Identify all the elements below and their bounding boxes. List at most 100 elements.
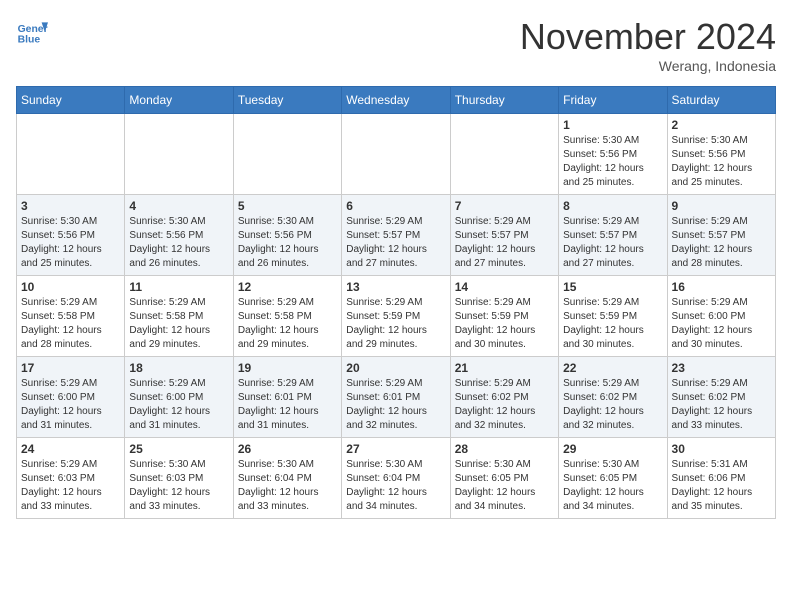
- calendar-cell: 2 Sunrise: 5:30 AM Sunset: 5:56 PM Daylig…: [667, 114, 775, 195]
- day-info: Sunrise: 5:29 AM Sunset: 5:57 PM Dayligh…: [672, 215, 771, 271]
- day-number: 17: [21, 361, 120, 375]
- day-info: Sunrise: 5:29 AM Sunset: 5:57 PM Dayligh…: [346, 215, 445, 271]
- day-info: Sunrise: 5:29 AM Sunset: 5:59 PM Dayligh…: [563, 296, 662, 352]
- weekday-header-monday: Monday: [125, 87, 233, 114]
- day-info: Sunrise: 5:29 AM Sunset: 5:59 PM Dayligh…: [455, 296, 554, 352]
- calendar-cell: 16 Sunrise: 5:29 AM Sunset: 6:00 PM Dayli…: [667, 276, 775, 357]
- day-number: 9: [672, 199, 771, 213]
- day-number: 1: [563, 118, 662, 132]
- calendar-cell: [125, 114, 233, 195]
- day-info: Sunrise: 5:29 AM Sunset: 5:58 PM Dayligh…: [129, 296, 228, 352]
- day-info: Sunrise: 5:29 AM Sunset: 6:00 PM Dayligh…: [672, 296, 771, 352]
- day-info: Sunrise: 5:29 AM Sunset: 6:02 PM Dayligh…: [672, 377, 771, 433]
- calendar-cell: 25 Sunrise: 5:30 AM Sunset: 6:03 PM Dayli…: [125, 438, 233, 519]
- calendar-cell: 12 Sunrise: 5:29 AM Sunset: 5:58 PM Dayli…: [233, 276, 341, 357]
- day-info: Sunrise: 5:30 AM Sunset: 5:56 PM Dayligh…: [21, 215, 120, 271]
- calendar-cell: 5 Sunrise: 5:30 AM Sunset: 5:56 PM Daylig…: [233, 195, 341, 276]
- day-number: 2: [672, 118, 771, 132]
- calendar-cell: 22 Sunrise: 5:29 AM Sunset: 6:02 PM Dayli…: [559, 357, 667, 438]
- day-number: 12: [238, 280, 337, 294]
- day-number: 29: [563, 442, 662, 456]
- day-info: Sunrise: 5:29 AM Sunset: 5:59 PM Dayligh…: [346, 296, 445, 352]
- day-info: Sunrise: 5:31 AM Sunset: 6:06 PM Dayligh…: [672, 458, 771, 514]
- calendar-cell: 17 Sunrise: 5:29 AM Sunset: 6:00 PM Dayli…: [17, 357, 125, 438]
- calendar-cell: 30 Sunrise: 5:31 AM Sunset: 6:06 PM Dayli…: [667, 438, 775, 519]
- day-info: Sunrise: 5:29 AM Sunset: 6:00 PM Dayligh…: [21, 377, 120, 433]
- week-row-4: 17 Sunrise: 5:29 AM Sunset: 6:00 PM Dayli…: [17, 357, 776, 438]
- calendar-table: SundayMondayTuesdayWednesdayThursdayFrid…: [16, 86, 776, 519]
- calendar-cell: 3 Sunrise: 5:30 AM Sunset: 5:56 PM Daylig…: [17, 195, 125, 276]
- weekday-header-tuesday: Tuesday: [233, 87, 341, 114]
- day-info: Sunrise: 5:29 AM Sunset: 6:00 PM Dayligh…: [129, 377, 228, 433]
- calendar-cell: 1 Sunrise: 5:30 AM Sunset: 5:56 PM Daylig…: [559, 114, 667, 195]
- calendar-cell: 14 Sunrise: 5:29 AM Sunset: 5:59 PM Dayli…: [450, 276, 558, 357]
- calendar-cell: 8Sunrise: 5:29 AM Sunset: 5:57 PM Daylig…: [559, 195, 667, 276]
- week-row-3: 10 Sunrise: 5:29 AM Sunset: 5:58 PM Dayli…: [17, 276, 776, 357]
- calendar-cell: 24 Sunrise: 5:29 AM Sunset: 6:03 PM Dayli…: [17, 438, 125, 519]
- day-number: 19: [238, 361, 337, 375]
- location: Werang, Indonesia: [520, 58, 776, 74]
- day-info: Sunrise: 5:30 AM Sunset: 6:05 PM Dayligh…: [563, 458, 662, 514]
- day-number: 15: [563, 280, 662, 294]
- weekday-header-saturday: Saturday: [667, 87, 775, 114]
- day-number: 10: [21, 280, 120, 294]
- day-number: 27: [346, 442, 445, 456]
- day-number: 8: [563, 199, 662, 213]
- weekday-header-friday: Friday: [559, 87, 667, 114]
- week-row-5: 24 Sunrise: 5:29 AM Sunset: 6:03 PM Dayli…: [17, 438, 776, 519]
- calendar-cell: [233, 114, 341, 195]
- weekday-header-sunday: Sunday: [17, 87, 125, 114]
- day-number: 22: [563, 361, 662, 375]
- page-header: General Blue November 2024 Werang, Indon…: [16, 16, 776, 74]
- day-info: Sunrise: 5:30 AM Sunset: 5:56 PM Dayligh…: [672, 134, 771, 190]
- day-number: 5: [238, 199, 337, 213]
- calendar-cell: 27 Sunrise: 5:30 AM Sunset: 6:04 PM Dayli…: [342, 438, 450, 519]
- calendar-cell: 6 Sunrise: 5:29 AM Sunset: 5:57 PM Daylig…: [342, 195, 450, 276]
- day-number: 28: [455, 442, 554, 456]
- calendar-cell: [17, 114, 125, 195]
- day-number: 3: [21, 199, 120, 213]
- svg-text:Blue: Blue: [18, 34, 41, 45]
- day-number: 20: [346, 361, 445, 375]
- day-info: Sunrise: 5:30 AM Sunset: 6:05 PM Dayligh…: [455, 458, 554, 514]
- day-info: Sunrise: 5:29 AM Sunset: 5:58 PM Dayligh…: [238, 296, 337, 352]
- calendar-cell: 13 Sunrise: 5:29 AM Sunset: 5:59 PM Dayli…: [342, 276, 450, 357]
- title-block: November 2024 Werang, Indonesia: [520, 16, 776, 74]
- calendar-cell: 10Sunrise: 5:29 AM Sunset: 5:58 PM Dayli…: [17, 276, 125, 357]
- day-info: Sunrise: 5:30 AM Sunset: 5:56 PM Dayligh…: [129, 215, 228, 271]
- calendar-cell: 28 Sunrise: 5:30 AM Sunset: 6:05 PM Dayli…: [450, 438, 558, 519]
- day-info: Sunrise: 5:30 AM Sunset: 6:04 PM Dayligh…: [346, 458, 445, 514]
- day-number: 25: [129, 442, 228, 456]
- day-number: 26: [238, 442, 337, 456]
- calendar-cell: 4 Sunrise: 5:30 AM Sunset: 5:56 PM Daylig…: [125, 195, 233, 276]
- calendar-cell: 11 Sunrise: 5:29 AM Sunset: 5:58 PM Dayli…: [125, 276, 233, 357]
- day-info: Sunrise: 5:30 AM Sunset: 5:56 PM Dayligh…: [238, 215, 337, 271]
- day-number: 16: [672, 280, 771, 294]
- day-info: Sunrise: 5:30 AM Sunset: 6:03 PM Dayligh…: [129, 458, 228, 514]
- calendar-cell: 15 Sunrise: 5:29 AM Sunset: 5:59 PM Dayli…: [559, 276, 667, 357]
- day-number: 30: [672, 442, 771, 456]
- day-number: 7: [455, 199, 554, 213]
- calendar-cell: 29 Sunrise: 5:30 AM Sunset: 6:05 PM Dayli…: [559, 438, 667, 519]
- calendar-cell: 18Sunrise: 5:29 AM Sunset: 6:00 PM Dayli…: [125, 357, 233, 438]
- day-info: Sunrise: 5:29 AM Sunset: 6:02 PM Dayligh…: [563, 377, 662, 433]
- day-number: 4: [129, 199, 228, 213]
- weekday-header-thursday: Thursday: [450, 87, 558, 114]
- week-row-2: 3 Sunrise: 5:30 AM Sunset: 5:56 PM Daylig…: [17, 195, 776, 276]
- calendar-cell: 19 Sunrise: 5:29 AM Sunset: 6:01 PM Dayli…: [233, 357, 341, 438]
- day-info: Sunrise: 5:29 AM Sunset: 6:01 PM Dayligh…: [238, 377, 337, 433]
- calendar-cell: 23Sunrise: 5:29 AM Sunset: 6:02 PM Dayli…: [667, 357, 775, 438]
- calendar-cell: [450, 114, 558, 195]
- day-number: 13: [346, 280, 445, 294]
- day-number: 6: [346, 199, 445, 213]
- calendar-cell: 7Sunrise: 5:29 AM Sunset: 5:57 PM Daylig…: [450, 195, 558, 276]
- day-info: Sunrise: 5:29 AM Sunset: 6:01 PM Dayligh…: [346, 377, 445, 433]
- week-row-1: 1 Sunrise: 5:30 AM Sunset: 5:56 PM Daylig…: [17, 114, 776, 195]
- weekday-header-wednesday: Wednesday: [342, 87, 450, 114]
- day-number: 24: [21, 442, 120, 456]
- day-number: 11: [129, 280, 228, 294]
- day-info: Sunrise: 5:29 AM Sunset: 6:02 PM Dayligh…: [455, 377, 554, 433]
- day-info: Sunrise: 5:29 AM Sunset: 6:03 PM Dayligh…: [21, 458, 120, 514]
- day-info: Sunrise: 5:30 AM Sunset: 5:56 PM Dayligh…: [563, 134, 662, 190]
- day-number: 14: [455, 280, 554, 294]
